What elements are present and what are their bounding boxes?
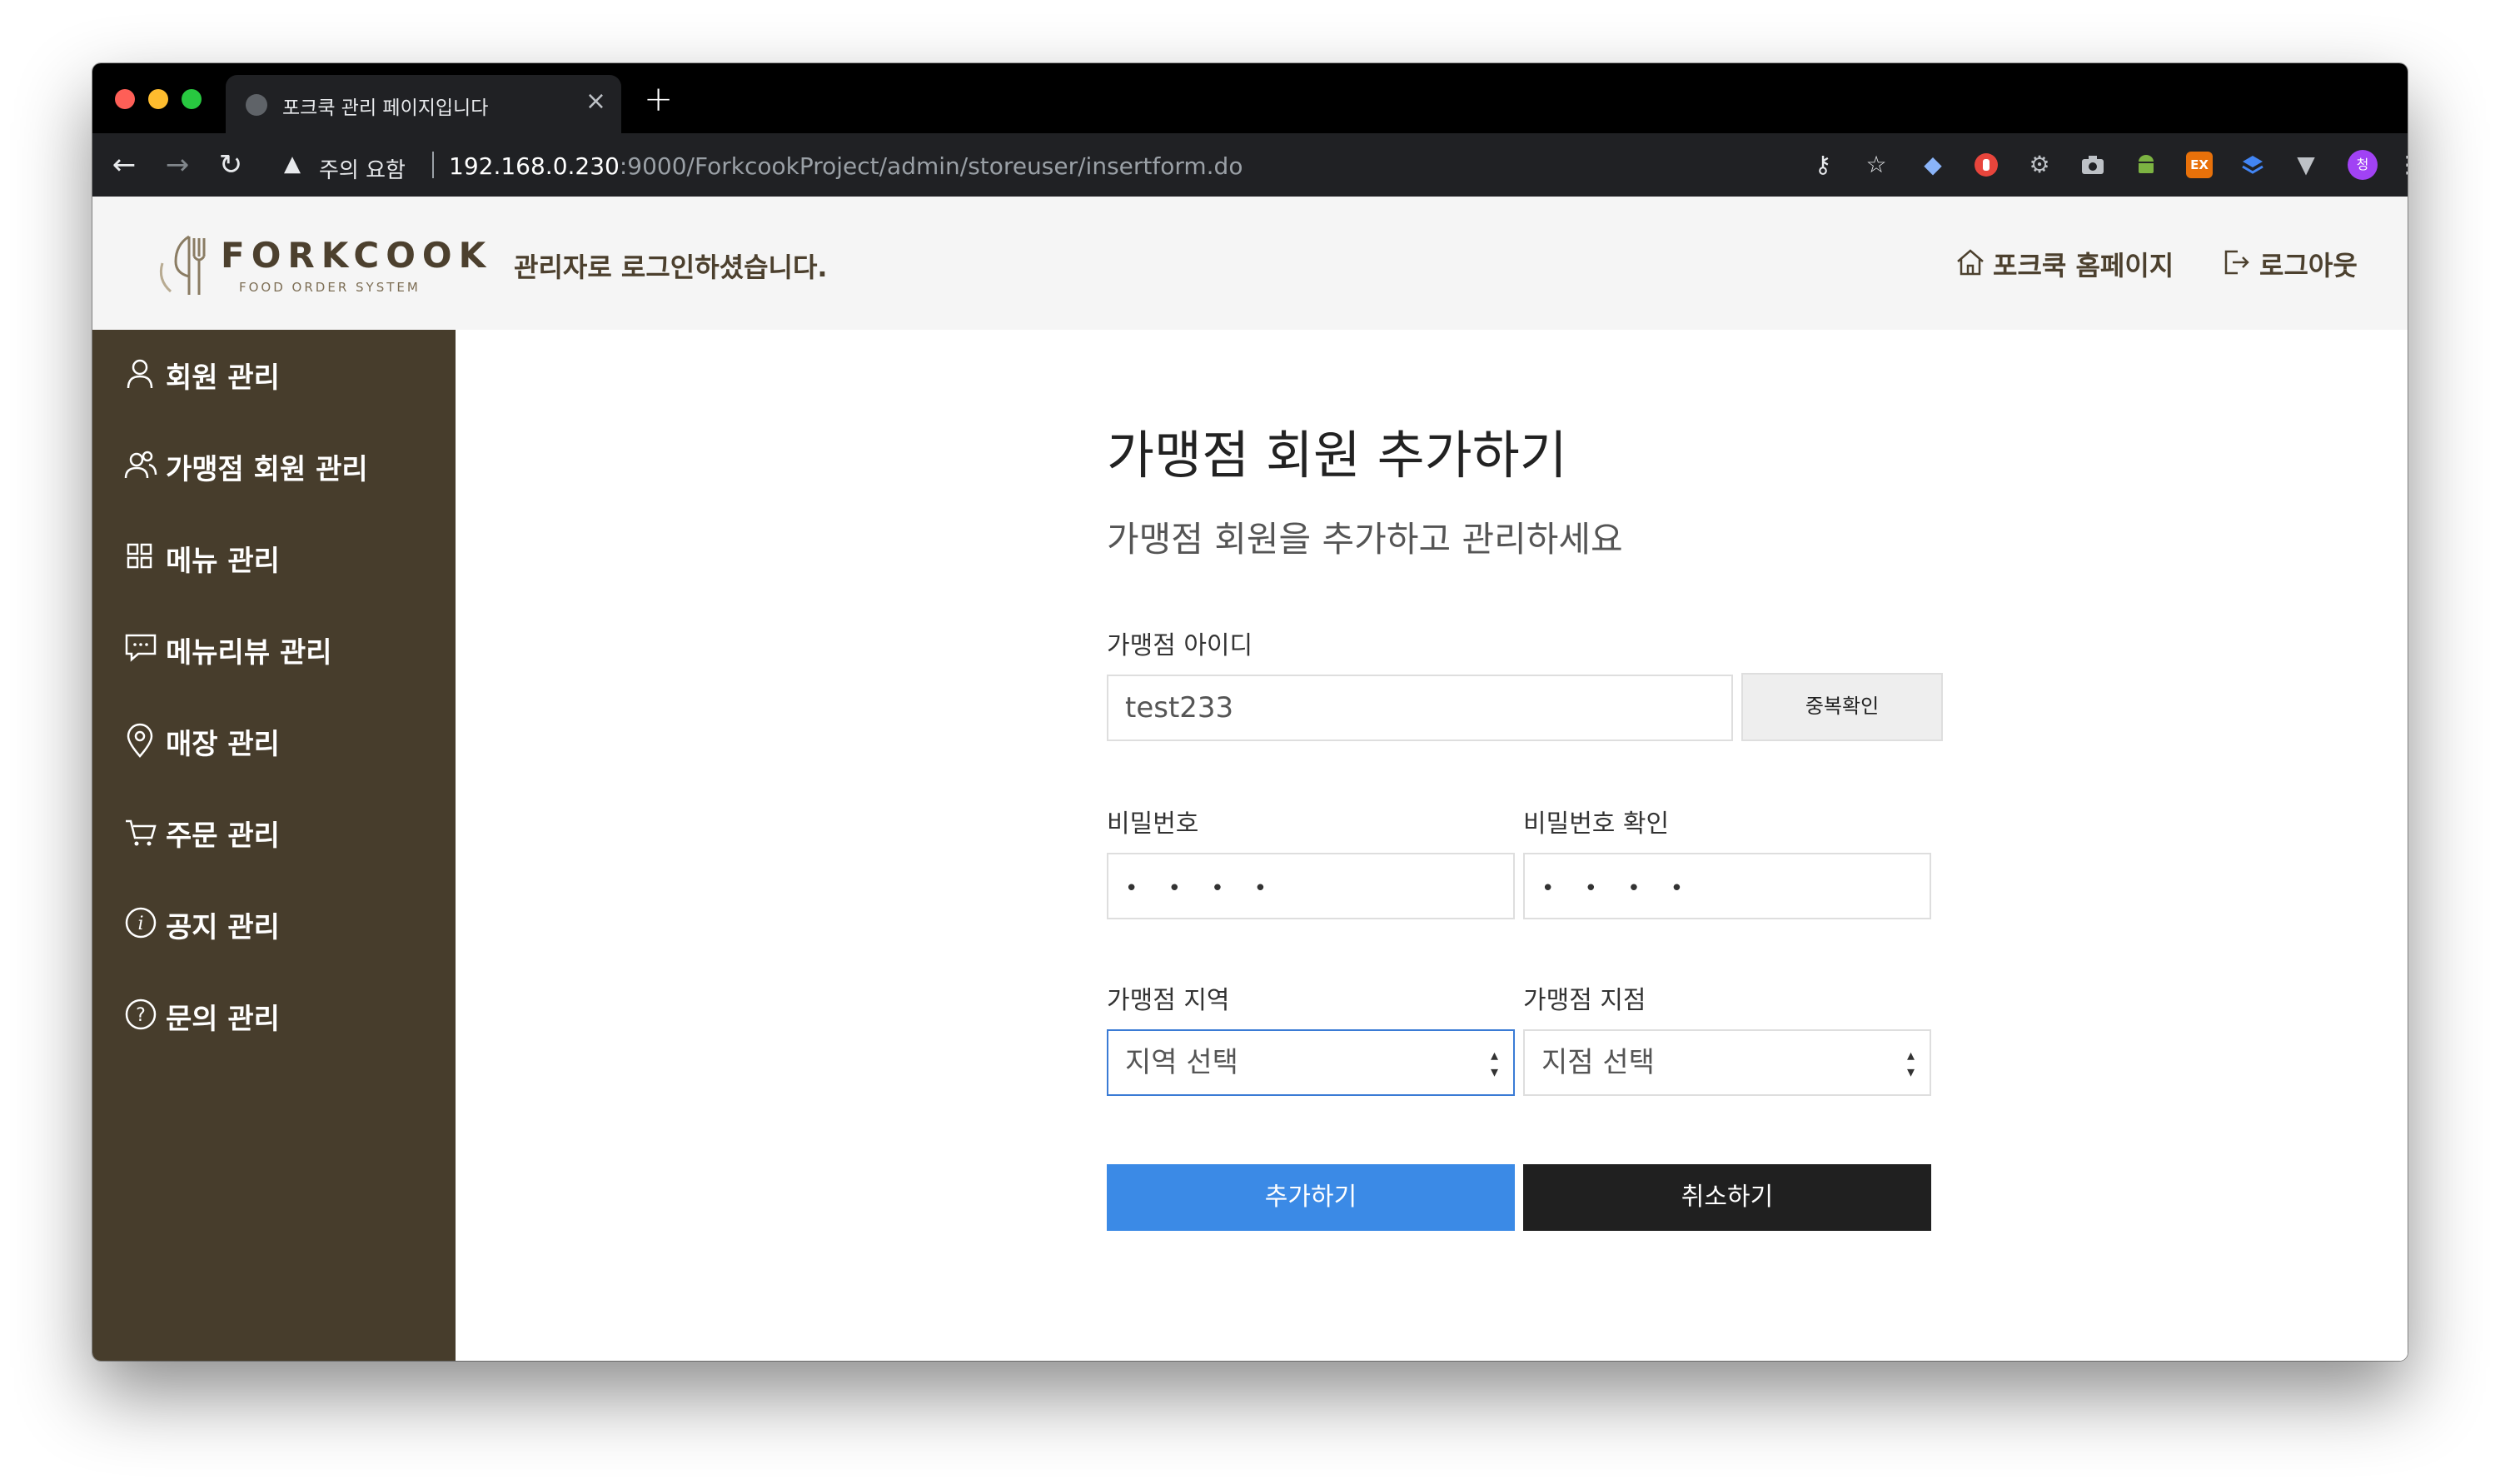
- grid-icon: [127, 543, 152, 569]
- gear-extension-icon[interactable]: ⚙: [2026, 152, 2053, 178]
- sidebar-item-notices[interactable]: i 공지 관리: [124, 896, 441, 946]
- logo-tagline: FOOD ORDER SYSTEM: [239, 280, 421, 295]
- home-link[interactable]: 포크쿡 홈페이지: [1955, 243, 2204, 281]
- fork-logo-icon: [159, 235, 206, 295]
- branch-select-value: 지점 선택: [1541, 1046, 1655, 1079]
- sidebar-item-label: 회원 관리: [166, 361, 280, 395]
- camera-extension-icon[interactable]: [2079, 152, 2106, 178]
- minimize-window-button[interactable]: [148, 89, 168, 109]
- cart-icon: [126, 819, 157, 846]
- add-button[interactable]: 추가하기: [1107, 1164, 1515, 1231]
- password-label: 비밀번호: [1107, 809, 1199, 839]
- tab-strip: 포크쿡 관리 페이지입니다 × +: [92, 63, 2408, 133]
- store-id-label: 가맹점 아이디: [1107, 631, 1253, 660]
- logo-wordmark: FORKCOOK: [221, 235, 493, 276]
- select-arrows-icon: ▴ ▾: [1906, 1047, 1915, 1081]
- sidebar-item-label: 메뉴 관리: [166, 545, 280, 578]
- password-mask: • • • •: [1125, 876, 1279, 901]
- sidebar-item-menu[interactable]: 메뉴 관리: [124, 530, 441, 580]
- logout-icon: [2224, 250, 2249, 275]
- close-tab-icon[interactable]: ×: [585, 87, 606, 117]
- reload-icon[interactable]: ↻: [214, 148, 247, 182]
- profile-avatar[interactable]: 청: [2348, 150, 2378, 180]
- adblock-extension-icon[interactable]: [1973, 152, 2000, 178]
- site-header: FORKCOOK FOOD ORDER SYSTEM 관리자로 로그인하셨습니다…: [92, 197, 2408, 330]
- tab-title: 포크쿡 관리 페이지입니다: [282, 97, 489, 119]
- region-label: 가맹점 지역: [1107, 986, 1230, 1015]
- store-id-input[interactable]: test233: [1107, 675, 1733, 741]
- forward-arrow-icon[interactable]: →: [161, 148, 194, 182]
- sidebar-item-label: 가맹점 회원 관리: [166, 453, 368, 486]
- diamond-extension-icon[interactable]: ◆: [1920, 152, 1946, 178]
- password-confirm-label: 비밀번호 확인: [1523, 809, 1670, 839]
- svg-text:i: i: [137, 914, 143, 934]
- forkcook-logo[interactable]: FORKCOOK FOOD ORDER SYSTEM: [156, 230, 486, 305]
- password-confirm-input[interactable]: • • • •: [1523, 853, 1931, 919]
- page-title: 가맹점 회원 추가하기: [1107, 425, 1567, 486]
- info-icon: i: [125, 907, 157, 939]
- user-icon: [127, 359, 153, 389]
- page-content: FORKCOOK FOOD ORDER SYSTEM 관리자로 로그인하셨습니다…: [92, 197, 2408, 1361]
- ex-extension-icon[interactable]: EX: [2186, 152, 2213, 178]
- sidebar-item-label: 문의 관리: [166, 1003, 280, 1036]
- sidebar-item-members[interactable]: 회원 관리: [124, 346, 441, 396]
- sidebar-item-menu-reviews[interactable]: 메뉴리뷰 관리: [124, 621, 441, 671]
- select-arrows-icon: ▴ ▾: [1490, 1047, 1498, 1081]
- back-arrow-icon[interactable]: ←: [107, 148, 141, 182]
- url-path: :9000/ForkcookProject/admin/storeuser/in…: [619, 152, 1243, 180]
- cancel-button[interactable]: 취소하기: [1523, 1164, 1931, 1231]
- sidebar-item-inquiries[interactable]: ? 문의 관리: [124, 988, 441, 1038]
- sidebar-item-label: 주문 관리: [166, 819, 280, 853]
- sidebar-item-label: 매장 관리: [166, 728, 280, 761]
- address-divider: [432, 152, 434, 178]
- main-content: 가맹점 회원 추가하기 가맹점 회원을 추가하고 관리하세요 가맹점 아이디 t…: [456, 330, 2408, 1361]
- vue-extension-icon[interactable]: ▼: [2293, 152, 2319, 178]
- url-text[interactable]: 192.168.0.230:9000/ForkcookProject/admin…: [449, 152, 1243, 180]
- duplicate-check-button[interactable]: 중복확인: [1741, 673, 1943, 741]
- sidebar-item-stores[interactable]: 매장 관리: [124, 713, 441, 763]
- question-icon: ?: [125, 998, 157, 1030]
- url-host: 192.168.0.230: [449, 152, 620, 180]
- browser-toolbar: ← → ↻ ▲ 주의 요함 192.168.0.230:9000/Forkcoo…: [92, 133, 2408, 197]
- browser-window: 포크쿡 관리 페이지입니다 × + ← → ↻ ▲ 주의 요함 192.168.…: [92, 63, 2408, 1361]
- users-icon: [124, 451, 157, 479]
- region-select-value: 지역 선택: [1125, 1046, 1238, 1079]
- map-pin-icon: [127, 723, 153, 758]
- sidebar: 회원 관리 가맹점 회원 관리 메뉴 관리 메뉴리뷰 관리 매장 관리 주문 관…: [92, 330, 456, 1361]
- warning-icon: ▲: [284, 152, 301, 177]
- sidebar-item-label: 공지 관리: [166, 911, 280, 944]
- branch-select[interactable]: 지점 선택 ▴ ▾: [1523, 1029, 1931, 1096]
- globe-icon: [246, 94, 267, 116]
- password-confirm-mask: • • • •: [1541, 876, 1696, 901]
- android-extension-icon[interactable]: [2133, 152, 2159, 178]
- chat-icon: [125, 634, 157, 662]
- svg-text:?: ?: [136, 1005, 146, 1026]
- browser-tab[interactable]: 포크쿡 관리 페이지입니다 ×: [226, 75, 621, 133]
- sidebar-item-orders[interactable]: 주문 관리: [124, 804, 441, 854]
- address-bar[interactable]: ▲ 주의 요함 192.168.0.230:9000/ForkcookProje…: [277, 142, 1776, 188]
- security-status[interactable]: 주의 요함: [319, 153, 406, 184]
- close-window-button[interactable]: [115, 89, 135, 109]
- logout-link[interactable]: 로그아웃: [2221, 243, 2388, 281]
- menu-dots-icon[interactable]: ⋮: [2396, 152, 2408, 178]
- maximize-window-button[interactable]: [182, 89, 202, 109]
- key-icon[interactable]: ⚷: [1810, 152, 1836, 178]
- welcome-message: 관리자로 로그인하셨습니다.: [514, 251, 828, 283]
- home-icon: [1957, 249, 1984, 276]
- stack-extension-icon[interactable]: [2239, 152, 2266, 178]
- logout-link-label: 로그아웃: [2259, 250, 2358, 281]
- sidebar-item-label: 메뉴리뷰 관리: [166, 636, 332, 670]
- region-select[interactable]: 지역 선택 ▴ ▾: [1107, 1029, 1515, 1096]
- store-id-value: test233: [1125, 691, 1234, 725]
- password-input[interactable]: • • • •: [1107, 853, 1515, 919]
- page-subtitle: 가맹점 회원을 추가하고 관리하세요: [1107, 519, 1623, 560]
- branch-label: 가맹점 지점: [1523, 986, 1646, 1015]
- new-tab-button[interactable]: +: [644, 80, 673, 118]
- home-link-label: 포크쿡 홈페이지: [1993, 250, 2174, 281]
- star-icon[interactable]: ☆: [1863, 152, 1890, 178]
- sidebar-item-store-members[interactable]: 가맹점 회원 관리: [124, 438, 441, 488]
